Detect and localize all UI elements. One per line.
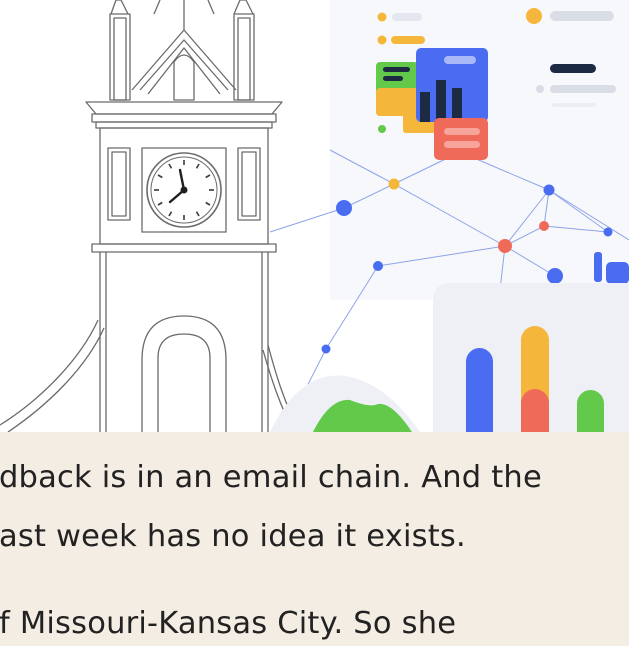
clock-tower-icon: [0, 0, 301, 432]
clock-face-icon: [146, 152, 222, 228]
article-text-line: ast week has no idea it exists.: [0, 519, 466, 554]
article-text-section: dback is in an email chain. And the ast …: [0, 432, 629, 646]
article-text-line: dback is in an email chain. And the: [0, 460, 542, 495]
network-dashboard-icon: [269, 0, 629, 432]
hero-illustration: [0, 0, 629, 432]
article-text-line: f Missouri-Kansas City. So she: [0, 606, 457, 641]
